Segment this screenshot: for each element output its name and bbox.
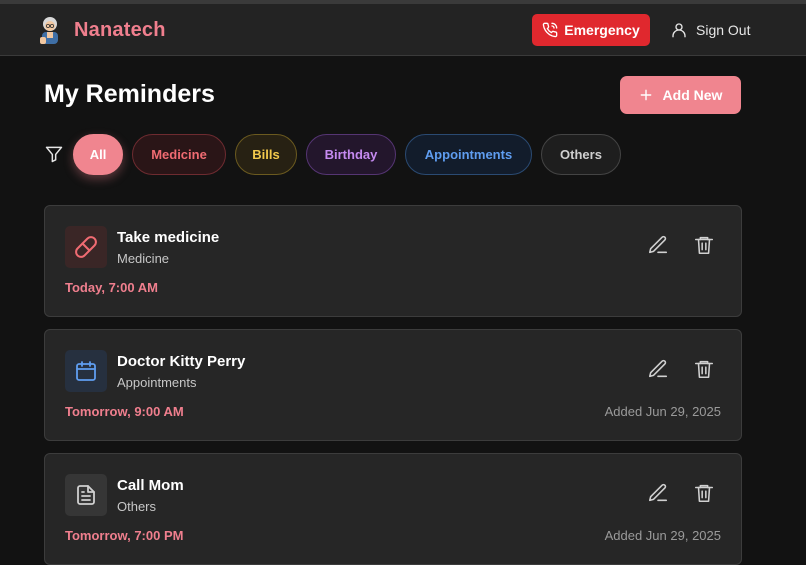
reminder-card[interactable]: Take medicine Medicine Today, 7:00 AM: [44, 205, 742, 317]
brand[interactable]: Nanatech: [36, 15, 166, 45]
filter-chip-medicine[interactable]: Medicine: [132, 134, 226, 175]
reminder-card[interactable]: Doctor Kitty Perry Appointments Tomorrow…: [44, 329, 742, 441]
trash-icon[interactable]: [693, 234, 715, 256]
sign-out-button[interactable]: Sign Out: [670, 18, 750, 42]
reminder-title: Doctor Kitty Perry: [117, 353, 246, 370]
reminder-time: Tomorrow, 9:00 AM: [65, 404, 184, 419]
reminder-category: Medicine: [117, 251, 170, 266]
filter-chip-appointments[interactable]: Appointments: [405, 134, 532, 175]
edit-icon[interactable]: [647, 234, 669, 256]
reminder-icon-tile: [65, 474, 107, 516]
filter-chip-bills[interactable]: Bills: [235, 134, 297, 175]
phone-call-icon: [542, 22, 558, 38]
edit-icon[interactable]: [647, 482, 669, 504]
sign-out-label: Sign Out: [696, 22, 751, 38]
grandma-avatar-icon: [40, 17, 58, 44]
reminder-icon-tile: [65, 350, 107, 392]
filter-chip-all[interactable]: All: [73, 134, 123, 175]
trash-icon[interactable]: [693, 358, 715, 380]
trash-icon[interactable]: [693, 482, 715, 504]
reminder-icon-tile: [65, 226, 107, 268]
filter-chip-others[interactable]: Others: [541, 134, 621, 175]
add-new-label: Add New: [662, 87, 723, 103]
add-new-button[interactable]: Add New: [620, 76, 741, 114]
reminder-card[interactable]: Call Mom Others Tomorrow, 7:00 PM Added …: [44, 453, 742, 565]
app-name: Nanatech: [74, 18, 166, 41]
reminder-time: Tomorrow, 7:00 PM: [65, 528, 184, 543]
reminder-added-date: Added Jun 29, 2025: [604, 404, 721, 419]
app-header: Nanatech Emergency Sign Out: [0, 4, 806, 56]
edit-icon[interactable]: [647, 358, 669, 380]
filter-chip-birthday[interactable]: Birthday: [306, 134, 396, 175]
document-icon: [77, 485, 95, 505]
user-icon: [672, 23, 686, 38]
filter-icon: [45, 146, 63, 163]
calendar-icon: [76, 361, 96, 381]
pill-icon: [75, 236, 97, 258]
reminder-category: Appointments: [117, 375, 197, 390]
reminder-title: Take medicine: [117, 229, 220, 246]
reminder-time: Today, 7:00 AM: [65, 280, 158, 295]
emergency-button[interactable]: Emergency: [532, 14, 650, 46]
reminder-title: Call Mom: [117, 477, 184, 494]
plus-icon: [640, 89, 651, 101]
emergency-label: Emergency: [564, 22, 640, 38]
reminder-added-date: Added Jun 29, 2025: [604, 528, 721, 543]
page-title: My Reminders: [44, 80, 215, 108]
reminder-category: Others: [117, 499, 157, 514]
